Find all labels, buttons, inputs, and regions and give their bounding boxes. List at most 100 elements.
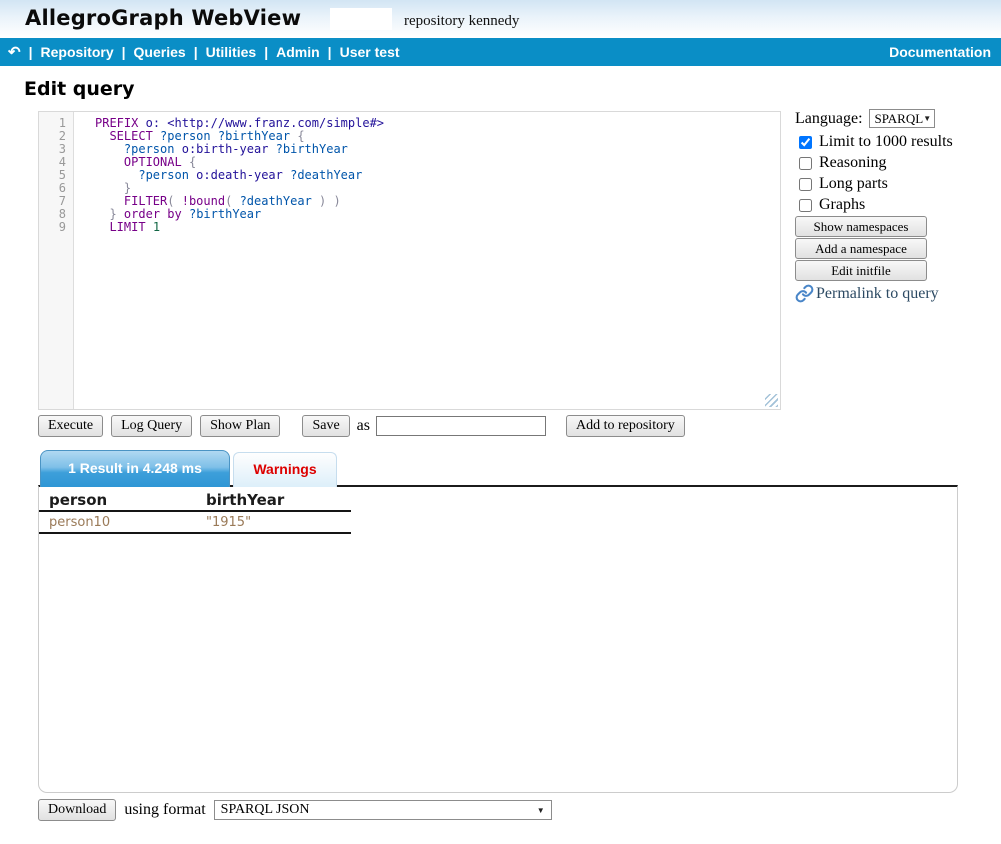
code-line-9: LIMIT 1	[95, 221, 780, 234]
nav-separator: |	[122, 44, 126, 60]
show-plan-button[interactable]: Show Plan	[200, 415, 280, 437]
code-token: (	[167, 194, 174, 208]
code-token	[95, 207, 109, 221]
back-arrow-icon[interactable]: ↶	[8, 43, 21, 61]
code-token	[95, 155, 124, 169]
code-token	[95, 129, 109, 143]
results-table-body: person10"1915"	[39, 512, 351, 534]
code-token: <http://www.franz.com/simple#>	[167, 116, 384, 130]
reasoning-checkbox[interactable]	[799, 157, 812, 170]
nav-item-user-test[interactable]: User test	[340, 44, 400, 60]
results-table-header: personbirthYear	[39, 489, 351, 512]
code-token: SELECT	[109, 129, 152, 143]
table-row[interactable]: person10"1915"	[39, 512, 351, 534]
limit-to-1000-results-checkbox[interactable]	[799, 136, 812, 149]
code-token	[117, 207, 124, 221]
language-select[interactable]: SPARQL ▼	[869, 109, 935, 128]
save-button[interactable]: Save	[302, 415, 349, 437]
code-token: {	[189, 155, 196, 169]
code-token	[182, 207, 189, 221]
code-line-8: } order by ?birthYear	[95, 208, 780, 221]
code-token: ?deathYear	[290, 168, 362, 182]
column-header-birthyear: birthYear	[206, 491, 351, 509]
save-as-label: as	[357, 417, 370, 435]
nav-separator: |	[194, 44, 198, 60]
code-token: )	[334, 194, 341, 208]
code-token: }	[109, 207, 116, 221]
editor-line-numbers: 123456789	[39, 112, 74, 409]
execute-button[interactable]: Execute	[38, 415, 103, 437]
checkbox-long-parts[interactable]: Long parts	[799, 174, 955, 194]
code-token	[95, 142, 124, 156]
header-blank-patch	[330, 8, 392, 30]
code-token	[153, 129, 160, 143]
nav-item-admin[interactable]: Admin	[276, 44, 320, 60]
checkbox-limit-to-1000-results[interactable]: Limit to 1000 results	[799, 132, 955, 152]
code-line-3: ?person o:birth-year ?birthYear	[95, 143, 780, 156]
checkbox-label: Limit to 1000 results	[819, 133, 953, 151]
app-header: AllegroGraph WebView repository kennedy	[0, 0, 1001, 38]
edit-initfile-button[interactable]: Edit initfile	[795, 260, 927, 281]
app-title: AllegroGraph WebView	[25, 6, 301, 30]
graphs-checkbox[interactable]	[799, 199, 812, 212]
checkbox-label: Long parts	[819, 175, 888, 193]
save-as-input[interactable]	[376, 416, 546, 436]
nav-item-repository[interactable]: Repository	[41, 44, 114, 60]
code-token: ?birthYear	[276, 142, 348, 156]
column-header-person: person	[39, 491, 206, 509]
code-token: ?birthYear	[189, 207, 261, 221]
editor-resize-handle[interactable]	[765, 394, 778, 407]
code-token: FILTER	[124, 194, 167, 208]
language-label: Language:	[795, 110, 863, 128]
code-token: ?person	[124, 142, 175, 156]
format-select[interactable]: SPARQL JSON ▼	[214, 800, 552, 820]
code-token: ?person	[138, 168, 189, 182]
code-token	[232, 194, 239, 208]
chevron-down-icon: ▼	[923, 114, 931, 123]
show-namespaces-button[interactable]: Show namespaces	[795, 216, 927, 237]
code-token	[326, 194, 333, 208]
results-panel: personbirthYear person10"1915"	[38, 485, 958, 793]
checkbox-graphs[interactable]: Graphs	[799, 195, 955, 215]
checkbox-label: Graphs	[819, 196, 865, 214]
option-checkboxes: Limit to 1000 results Reasoning Long parts…	[795, 132, 955, 215]
code-token	[95, 168, 138, 182]
code-token: order	[124, 207, 160, 221]
code-token	[268, 142, 275, 156]
results-table: personbirthYear person10"1915"	[39, 489, 351, 534]
code-token: !bound	[182, 194, 225, 208]
chevron-down-icon: ▼	[537, 806, 545, 815]
nav-separator: |	[29, 44, 33, 60]
code-token: o:birth-year	[182, 142, 269, 156]
code-token	[138, 116, 145, 130]
long-parts-checkbox[interactable]	[799, 178, 812, 191]
code-token	[174, 142, 181, 156]
main-navbar: ↶ |Repository|Queries|Utilities|Admin|Us…	[0, 38, 1001, 66]
add-to-repository-button[interactable]: Add to repository	[566, 415, 685, 437]
code-token	[95, 220, 109, 234]
nav-item-queries[interactable]: Queries	[134, 44, 186, 60]
code-token	[182, 155, 189, 169]
add-a-namespace-button[interactable]: Add a namespace	[795, 238, 927, 259]
tab-warnings[interactable]: Warnings	[233, 452, 337, 487]
code-token: ?deathYear	[240, 194, 312, 208]
line-number: 9	[39, 221, 66, 234]
nav-item-documentation[interactable]: Documentation	[889, 44, 991, 60]
tab-results[interactable]: 1 Result in 4.248 ms	[40, 450, 230, 487]
language-select-value: SPARQL	[875, 111, 924, 127]
code-token: o:death-year	[196, 168, 283, 182]
code-line-5: ?person o:death-year ?deathYear	[95, 169, 780, 182]
code-token	[95, 194, 124, 208]
nav-item-utilities[interactable]: Utilities	[206, 44, 257, 60]
repository-label: repository kennedy	[404, 13, 519, 30]
download-button[interactable]: Download	[38, 799, 116, 821]
editor-code-area[interactable]: PREFIX o: <http://www.franz.com/simple#>…	[75, 112, 780, 409]
option-buttons: Show namespacesAdd a namespaceEdit initf…	[795, 216, 955, 281]
code-token: {	[297, 129, 304, 143]
log-query-button[interactable]: Log Query	[111, 415, 192, 437]
checkbox-reasoning[interactable]: Reasoning	[799, 153, 955, 173]
code-token: }	[124, 181, 131, 195]
link-chain-icon	[795, 284, 814, 303]
permalink-link[interactable]: Permalink to query	[795, 284, 955, 303]
query-editor[interactable]: 123456789 PREFIX o: <http://www.franz.co…	[38, 111, 781, 410]
